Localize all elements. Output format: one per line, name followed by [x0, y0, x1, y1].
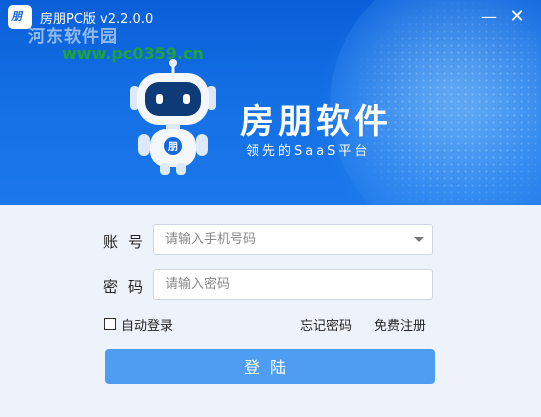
password-input[interactable] — [154, 270, 405, 299]
account-label: 账号 — [103, 233, 154, 251]
robot-mascot-icon: 朋 — [130, 59, 216, 175]
minimize-button[interactable]: — — [478, 6, 500, 28]
account-input[interactable] — [154, 225, 405, 254]
forgot-password-link[interactable]: 忘记密码 — [300, 315, 352, 334]
login-button[interactable]: 登陆 — [105, 349, 435, 384]
password-field[interactable] — [153, 269, 433, 300]
chevron-down-icon[interactable] — [414, 237, 424, 242]
password-label: 密码 — [103, 278, 154, 296]
brand-name: 房朋软件 — [240, 102, 392, 142]
app-logo-text: 朋 — [11, 10, 22, 23]
auto-login-checkbox[interactable] — [104, 318, 116, 330]
account-dropdown[interactable] — [153, 224, 433, 255]
auto-login-label[interactable]: 自动登录 — [121, 315, 173, 334]
close-button[interactable]: ✕ — [506, 6, 528, 28]
register-link[interactable]: 免费注册 — [374, 315, 426, 334]
login-window: 朋 房朋PC版 v2.2.0.0 — ✕ 河东软件园 www.pc0359.cn — [0, 0, 541, 417]
robot-badge-text: 朋 — [167, 141, 178, 153]
header-banner: 朋 房朋PC版 v2.2.0.0 — ✕ 河东软件园 www.pc0359.cn — [0, 0, 541, 250]
brand-slogan: 领先的SaaS平台 — [246, 144, 371, 159]
